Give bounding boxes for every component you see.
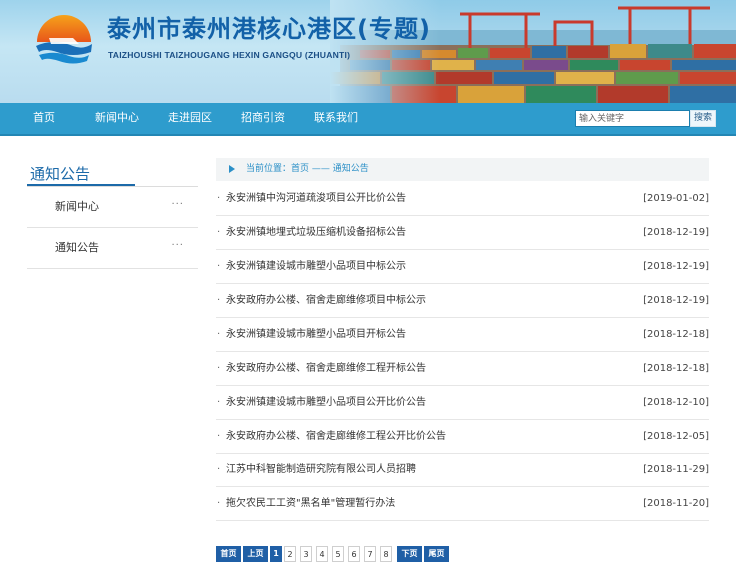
- article-title-link[interactable]: 拖欠农民工工资"黑名单"管理暂行办法: [226, 487, 395, 520]
- pagination: 首页 上页 1 2 3 4 5 6 7 8 下页 尾页: [0, 546, 736, 562]
- breadcrumb-arrow-icon: [229, 165, 235, 173]
- header-banner: 泰州市泰州港核心港区(专题) TAIZHOUSHI TAIZHOUGANG HE…: [0, 0, 736, 103]
- bullet-icon: ·: [217, 227, 221, 238]
- list-item[interactable]: · 永安政府办公楼、宿舍走廊维修项目中标公示 [2018-12-19]: [216, 284, 709, 318]
- sidebar-item-news-center[interactable]: 新闻中心 ···: [27, 187, 198, 228]
- main-navbar: 首页 新闻中心 走进园区 招商引资 联系我们 搜索: [0, 103, 736, 136]
- list-item[interactable]: · 永安政府办公楼、宿舍走廊维修工程开标公告 [2018-12-18]: [216, 352, 709, 386]
- article-title-link[interactable]: 江苏中科智能制造研究院有限公司人员招聘: [226, 453, 416, 486]
- prev-page-button[interactable]: 上页: [243, 546, 268, 562]
- article-date: [2018-12-10]: [643, 397, 709, 408]
- article-title-link[interactable]: 永安洲镇中沟河道疏浚项目公开比价公告: [226, 182, 406, 215]
- list-item[interactable]: · 拖欠农民工工资"黑名单"管理暂行办法 [2018-11-20]: [216, 487, 709, 521]
- search-input[interactable]: [575, 110, 690, 127]
- sidebar-item-label: 通知公告: [55, 241, 99, 254]
- page-number-current[interactable]: 1: [270, 546, 282, 562]
- article-date: [2018-12-19]: [643, 295, 709, 306]
- list-item[interactable]: · 永安洲镇地埋式垃圾压缩机设备招标公告 [2018-12-19]: [216, 216, 709, 250]
- list-item[interactable]: · 永安洲镇中沟河道疏浚项目公开比价公告 [2019-01-02]: [216, 182, 709, 216]
- site-logo-icon: [36, 15, 92, 64]
- sidebar-item-label: 新闻中心: [55, 200, 99, 213]
- bullet-icon: ·: [217, 329, 221, 340]
- list-item[interactable]: · 永安洲镇建设城市雕塑小品项目开标公告 [2018-12-18]: [216, 318, 709, 352]
- article-title-link[interactable]: 永安洲镇建设城市雕塑小品项目开标公告: [226, 318, 406, 351]
- article-title-link[interactable]: 永安洲镇地埋式垃圾压缩机设备招标公告: [226, 216, 406, 249]
- list-item[interactable]: · 江苏中科智能制造研究院有限公司人员招聘 [2018-11-29]: [216, 453, 709, 487]
- site-title: 泰州市泰州港核心港区(专题): [107, 15, 431, 43]
- page-number[interactable]: 4: [316, 546, 328, 562]
- article-date: [2018-12-19]: [643, 261, 709, 272]
- bullet-icon: ·: [217, 397, 221, 408]
- article-title-link[interactable]: 永安政府办公楼、宿舍走廊维修项目中标公示: [226, 284, 426, 317]
- breadcrumb-text: 当前位置：首页 —— 通知公告: [246, 164, 369, 174]
- search-button[interactable]: 搜索: [690, 110, 716, 127]
- list-item[interactable]: · 永安洲镇建设城市雕塑小品项目公开比价公告 [2018-12-10]: [216, 386, 709, 420]
- next-page-button[interactable]: 下页: [397, 546, 422, 562]
- list-item[interactable]: · 永安政府办公楼、宿舍走廊维修工程公开比价公告 [2018-12-05]: [216, 420, 709, 454]
- sidebar-item-notices[interactable]: 通知公告 ···: [27, 228, 198, 269]
- nav-item-home[interactable]: 首页: [33, 103, 55, 134]
- article-date: [2018-11-29]: [643, 464, 709, 475]
- site-subtitle: TAIZHOUSHI TAIZHOUGANG HEXIN GANGQU (ZHU…: [108, 50, 351, 60]
- article-date: [2018-11-20]: [643, 498, 709, 509]
- article-date: [2018-12-18]: [643, 363, 709, 374]
- bullet-icon: ·: [217, 261, 221, 272]
- bullet-icon: ·: [217, 498, 221, 509]
- nav-item-investment[interactable]: 招商引资: [241, 103, 285, 134]
- article-date: [2019-01-02]: [643, 193, 709, 204]
- more-dots-icon: ···: [171, 199, 184, 210]
- bullet-icon: ·: [217, 193, 221, 204]
- breadcrumb: 当前位置：首页 —— 通知公告: [216, 158, 709, 181]
- sidebar-title: 通知公告: [30, 165, 91, 183]
- page-number[interactable]: 5: [332, 546, 344, 562]
- nav-item-news-center[interactable]: 新闻中心: [95, 103, 139, 134]
- page-number[interactable]: 2: [284, 546, 296, 562]
- article-date: [2018-12-05]: [643, 431, 709, 442]
- article-title-link[interactable]: 永安政府办公楼、宿舍走廊维修工程公开比价公告: [226, 420, 446, 453]
- page-number[interactable]: 3: [300, 546, 312, 562]
- page-number[interactable]: 7: [364, 546, 376, 562]
- article-date: [2018-12-18]: [643, 329, 709, 340]
- nav-item-park[interactable]: 走进园区: [168, 103, 212, 134]
- bullet-icon: ·: [217, 295, 221, 306]
- nav-item-contact[interactable]: 联系我们: [314, 103, 358, 134]
- list-item[interactable]: · 永安洲镇建设城市雕塑小品项目中标公示 [2018-12-19]: [216, 250, 709, 284]
- article-title-link[interactable]: 永安政府办公楼、宿舍走廊维修工程开标公告: [226, 352, 426, 385]
- bullet-icon: ·: [217, 363, 221, 374]
- page-number[interactable]: 6: [348, 546, 360, 562]
- page-number[interactable]: 8: [380, 546, 392, 562]
- first-page-button[interactable]: 首页: [216, 546, 241, 562]
- last-page-button[interactable]: 尾页: [424, 546, 449, 562]
- article-title-link[interactable]: 永安洲镇建设城市雕塑小品项目公开比价公告: [226, 386, 426, 419]
- bullet-icon: ·: [217, 431, 221, 442]
- article-title-link[interactable]: 永安洲镇建设城市雕塑小品项目中标公示: [226, 250, 406, 283]
- more-dots-icon: ···: [171, 240, 184, 251]
- article-date: [2018-12-19]: [643, 227, 709, 238]
- bullet-icon: ·: [217, 464, 221, 475]
